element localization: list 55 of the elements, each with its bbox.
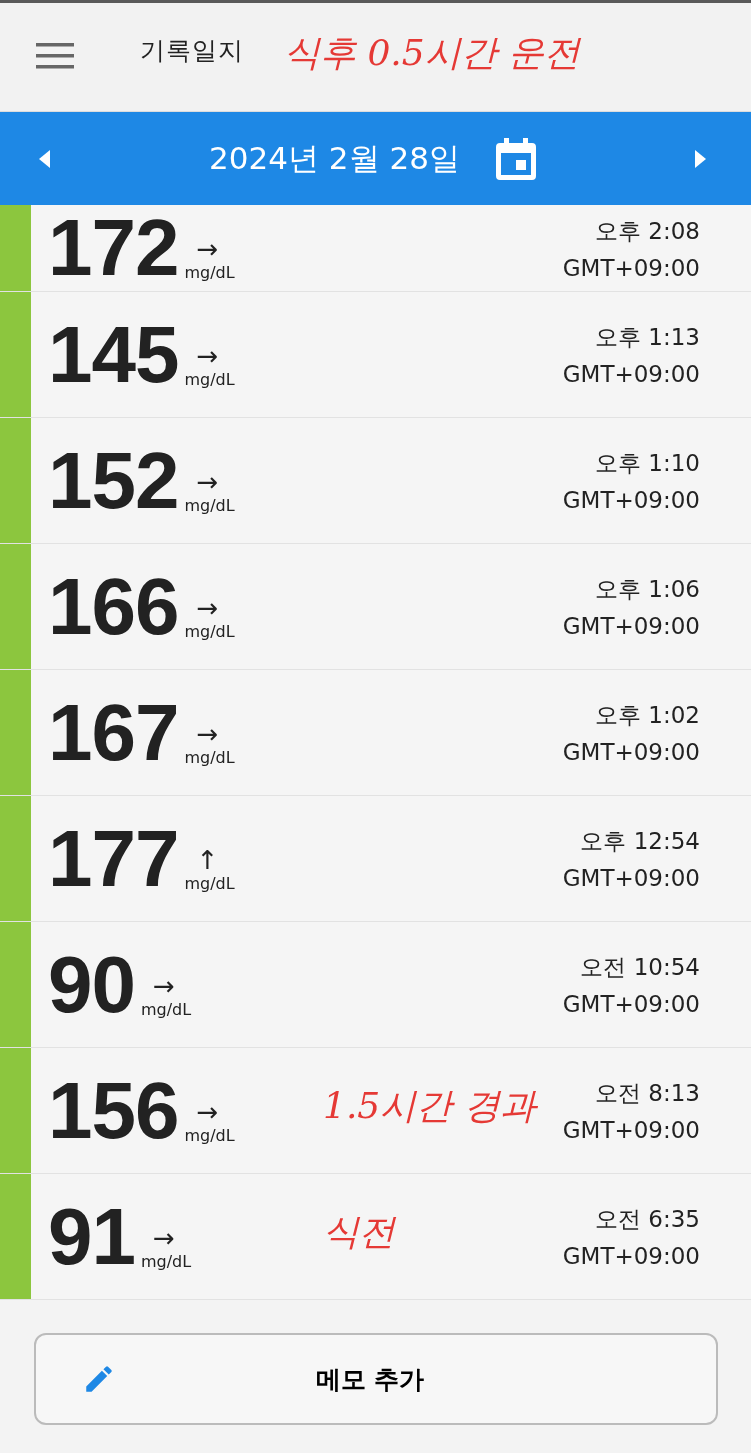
reading-time: 오후 1:13	[595, 323, 700, 352]
unit-label: mg/dL	[184, 1125, 235, 1145]
reading-time: 오후 2:08	[595, 216, 700, 246]
glucose-value: 166	[48, 566, 179, 647]
next-day-icon[interactable]	[694, 149, 706, 168]
time-zone: GMT+09:00	[562, 991, 700, 1017]
time-zone: GMT+09:00	[562, 613, 700, 639]
reading-time: 오후 1:10	[595, 449, 700, 478]
time-zone: GMT+09:00	[562, 1243, 700, 1269]
time-zone: GMT+09:00	[562, 865, 700, 891]
glucose-value: 91	[48, 1196, 135, 1277]
reading-time: 오전 8:13	[595, 1079, 700, 1108]
time-zone: GMT+09:00	[562, 254, 700, 281]
time-zone: GMT+09:00	[562, 739, 700, 765]
add-memo-button[interactable]: 메모 추가	[33, 1333, 718, 1425]
glucose-value: 167	[48, 692, 179, 773]
glucose-value: 156	[48, 1070, 179, 1151]
trend-arrow: →	[196, 235, 220, 263]
menu-icon[interactable]	[36, 43, 74, 69]
glucose-value: 177	[48, 818, 179, 899]
handwritten-note: 식후 0.5시간 운전	[284, 30, 581, 75]
unit-label: mg/dL	[184, 873, 235, 893]
trend-arrow: →	[153, 971, 176, 1000]
handwritten-note: 식전	[323, 1210, 395, 1254]
time-zone: GMT+09:00	[562, 1117, 700, 1143]
page-title: 기록일지	[140, 34, 244, 67]
unit-label: mg/dL	[184, 495, 235, 515]
trend-arrow: →	[196, 593, 220, 622]
unit-label: mg/dL	[184, 263, 235, 282]
unit-label: mg/dL	[184, 747, 235, 767]
time-zone: GMT+09:00	[562, 361, 700, 387]
trend-arrow: →	[196, 467, 220, 496]
reading-time: 오전 10:54	[580, 953, 700, 982]
unit-label: mg/dL	[184, 621, 235, 641]
glucose-value: 152	[48, 440, 179, 521]
calendar-icon[interactable]	[495, 137, 536, 180]
trend-arrow: ↑	[196, 845, 220, 874]
glucose-value: 145	[48, 314, 179, 395]
glucose-value: 172	[48, 208, 179, 288]
reading-time: 오후 1:02	[595, 701, 700, 730]
reading-time: 오후 12:54	[580, 827, 700, 856]
handwritten-note: 1.5시간 경과	[323, 1084, 536, 1128]
date-label: 2024년 2월 28일	[209, 138, 460, 178]
previous-day-icon[interactable]	[39, 149, 51, 168]
trend-arrow: →	[196, 719, 220, 748]
reading-time: 오후 1:06	[595, 575, 700, 604]
glucose-value: 90	[48, 944, 135, 1025]
reading-time: 오전 6:35	[595, 1205, 700, 1234]
unit-label: mg/dL	[141, 999, 192, 1019]
unit-label: mg/dL	[141, 1251, 192, 1271]
trend-arrow: →	[196, 341, 220, 370]
trend-arrow: →	[153, 1223, 176, 1252]
time-zone: GMT+09:00	[562, 487, 700, 513]
trend-arrow: →	[196, 1097, 220, 1126]
unit-label: mg/dL	[184, 369, 235, 389]
